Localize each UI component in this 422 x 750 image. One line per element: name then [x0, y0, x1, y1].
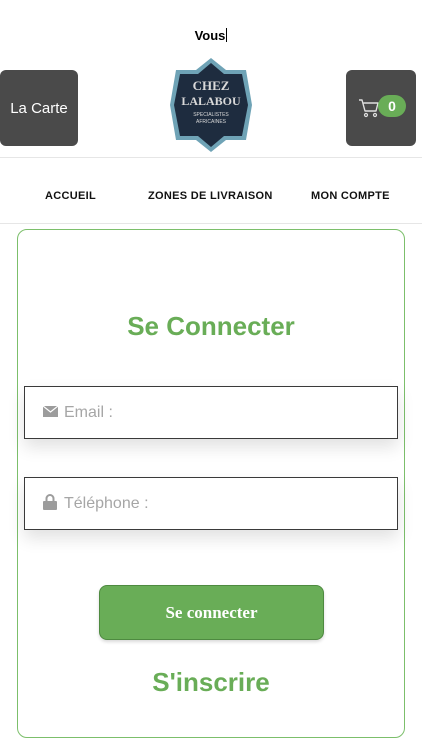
email-input[interactable]	[64, 387, 384, 438]
cart-button[interactable]: 0	[346, 70, 416, 146]
phone-field[interactable]	[24, 477, 398, 530]
nav-divider	[0, 223, 422, 224]
logo-line-2: LALABOU	[181, 94, 241, 108]
typed-text-value: Vous	[194, 28, 226, 43]
cart-count-badge: 0	[378, 95, 406, 117]
header-divider	[0, 157, 422, 158]
nav-zones-de-livraison[interactable]: ZONES DE LIVRAISON	[148, 190, 273, 202]
shopping-cart-icon	[359, 99, 379, 118]
phone-input[interactable]	[64, 478, 384, 529]
typed-text: Vous	[0, 28, 422, 43]
logo-line-3: SPECIALISTES	[193, 112, 229, 118]
la-carte-button[interactable]: La Carte	[0, 70, 78, 146]
logo-line-1: CHEZ	[193, 78, 230, 93]
chez-lalabou-logo[interactable]: CHEZ LALABOU SPECIALISTES AFRICAINES	[166, 56, 256, 154]
text-caret	[226, 28, 228, 42]
main-nav: ACCUEIL ZONES DE LIVRAISON MON COMPTE	[0, 190, 422, 212]
nav-accueil[interactable]: ACCUEIL	[45, 190, 96, 202]
email-field[interactable]	[24, 386, 398, 439]
envelope-icon	[43, 406, 58, 417]
login-card: Se Connecter Se connecter S'inscrire	[17, 229, 405, 738]
signup-link[interactable]: S'inscrire	[18, 667, 404, 698]
logo-line-4: AFRICAINES	[196, 119, 227, 125]
lock-icon	[43, 494, 57, 510]
nav-mon-compte[interactable]: MON COMPTE	[311, 190, 390, 202]
login-title: Se Connecter	[127, 311, 295, 341]
login-submit-button[interactable]: Se connecter	[99, 585, 324, 640]
